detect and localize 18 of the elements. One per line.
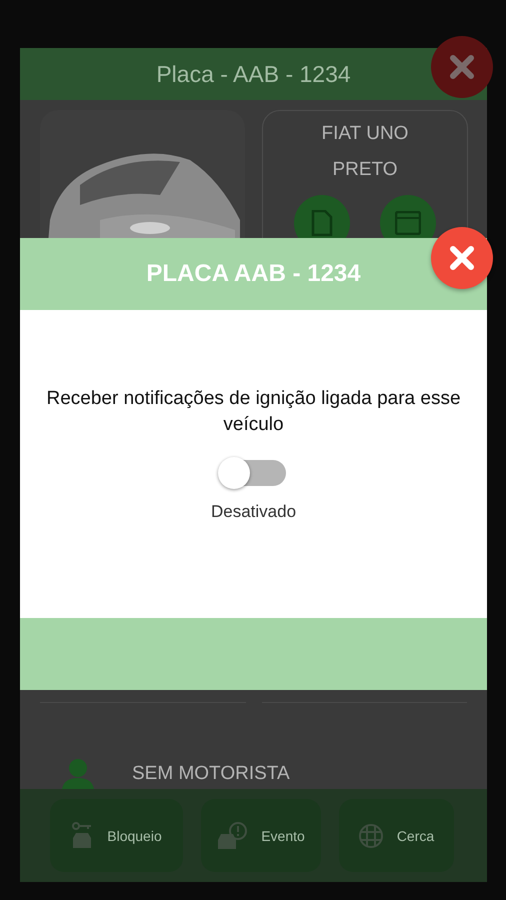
driver-icon — [60, 759, 96, 789]
dialog-message: Receber notificações de ignição ligada para esse veículo — [45, 387, 462, 437]
action-button[interactable]: Bloqueio — [50, 799, 183, 872]
action-button[interactable]: Cerca — [339, 799, 454, 872]
driver-label: SEM MOTORISTA — [132, 763, 290, 785]
car-alert-icon — [217, 822, 248, 850]
document-icon — [311, 210, 333, 236]
vehicle-model: FIAT UNO — [322, 123, 408, 145]
toggle-status: Desativado — [210, 502, 296, 522]
grid-icon — [358, 824, 383, 848]
close-icon — [448, 244, 476, 272]
screen-title: Placa - AAB - 1234 — [156, 60, 351, 88]
car-key-icon — [71, 822, 94, 850]
vehicle-color: PRETO — [332, 159, 398, 181]
close-icon — [449, 54, 475, 80]
action-button[interactable]: Evento — [201, 799, 321, 872]
window-icon — [395, 211, 421, 235]
dialog-title: PLACA AAB - 1234 — [146, 260, 361, 288]
